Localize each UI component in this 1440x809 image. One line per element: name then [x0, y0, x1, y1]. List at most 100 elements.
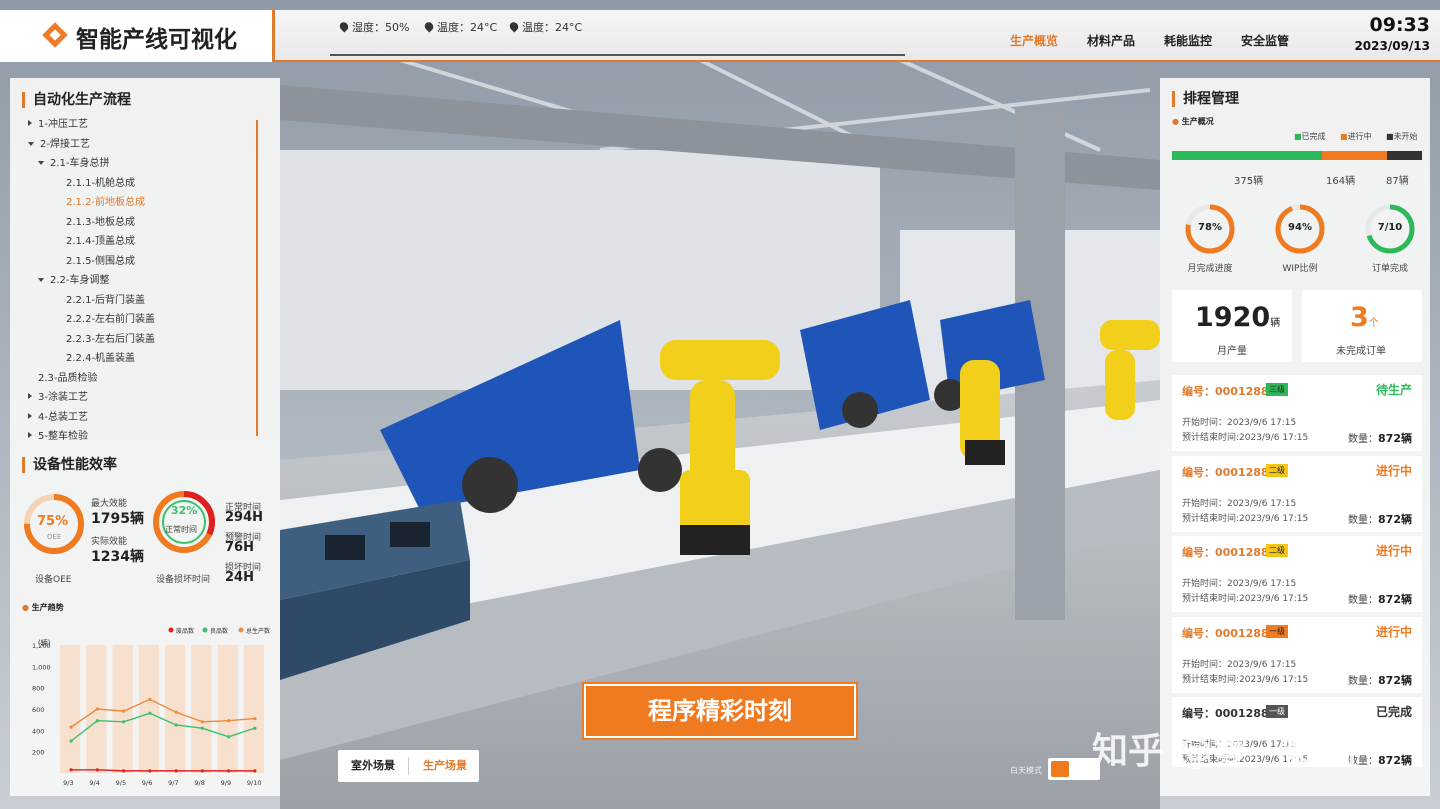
series-point: [200, 726, 204, 730]
y-tick-label: 200: [32, 749, 44, 757]
background-bar: [243, 645, 264, 773]
nav-tab-overview[interactable]: 生产概览: [1010, 32, 1058, 49]
tree-item[interactable]: 3-涂装工艺: [28, 388, 88, 403]
tree-item[interactable]: 2.2-车身调整: [38, 271, 110, 286]
tree-item[interactable]: 2.1.1-机舱总成: [66, 174, 135, 189]
order-quantity-value: 872辆: [1378, 512, 1412, 526]
order-status: 待生产: [1375, 383, 1412, 397]
tree-item[interactable]: 2.2.3-左右后门装盖: [66, 330, 155, 345]
order-quantity: 数量：872辆: [1348, 511, 1412, 527]
y-tick-label: 800: [32, 685, 44, 693]
order-quantity-label: 数量：: [1348, 434, 1379, 445]
tree-item[interactable]: 2.1.3-地板总成: [66, 213, 135, 228]
caret-right-icon[interactable]: [28, 432, 32, 438]
order-start-time: 开始时间：2023/9/6 17:15: [1182, 418, 1297, 428]
order-card[interactable]: 编号：0001288 一级 进行中 开始时间：2023/9/6 17:15 预计结束时间…: [1172, 616, 1422, 693]
order-level-badge: 三级: [1266, 383, 1288, 396]
droplet-icon: [337, 20, 351, 33]
caret-down-icon[interactable]: [38, 161, 44, 165]
todo-count: 87辆: [1386, 176, 1409, 187]
tree-item[interactable]: 2.2.4-机盖装盖: [66, 349, 135, 364]
equipment-section-title: 设备性能效率: [22, 457, 117, 473]
series-point: [148, 711, 152, 715]
ring-value: 94%: [1288, 222, 1312, 233]
ring-label: 订单完成: [1371, 264, 1408, 274]
tree-item[interactable]: 2.2.1-后背门装盖: [66, 291, 145, 306]
legend-label: 总生产数: [246, 627, 270, 635]
nav-tab-energy[interactable]: 耗能监控: [1164, 32, 1212, 49]
series-point: [122, 769, 126, 773]
legend-done-swatch: ■: [1294, 132, 1302, 141]
series-point: [200, 769, 204, 773]
order-quantity-label: 数量：: [1348, 595, 1379, 606]
legend-doing: ■进行中: [1340, 131, 1372, 142]
series-point: [69, 725, 73, 729]
legend-dot: [238, 627, 244, 633]
order-quantity-label: 数量：: [1348, 514, 1379, 526]
y-tick-label: 1,000: [32, 663, 51, 671]
tree-item[interactable]: 4-总装工艺: [28, 408, 88, 423]
ring-value: 7/10: [1377, 222, 1403, 233]
order-quantity-value: 872辆: [1378, 432, 1412, 445]
order-level-badge: 一级: [1266, 624, 1288, 638]
order-card[interactable]: 编号：0001288 二级 进行中 开始时间：2023/9/6 17:15 预计结束时间…: [1172, 455, 1422, 532]
x-tick-label: 9/10: [247, 779, 262, 787]
trend-chart: (辆)废品数 良品数 总生产数2004006008001,0001,2009/3 9/…: [32, 627, 270, 787]
legend-done: ■已完成: [1294, 131, 1326, 142]
temperature-readout-2: 温度：24°C: [507, 19, 583, 35]
nav-tab-materials[interactable]: 材料产品: [1087, 32, 1135, 49]
tree-item-label: 2-焊接工艺: [40, 138, 90, 150]
x-tick-label: 9/6: [142, 779, 152, 787]
day-mode-label: 白天模式: [1010, 766, 1042, 775]
tree-item[interactable]: 2.1.2-前地板总成: [66, 193, 145, 208]
trend-title-text: 生产趋势: [31, 603, 64, 612]
order-card[interactable]: 编号：0001288 二级 进行中 开始时间：2023/9/6 17:15 预计结束时间…: [1172, 536, 1422, 612]
tree-item[interactable]: 2.3-品质检验: [38, 369, 98, 384]
series-point: [253, 717, 257, 721]
caret-right-icon[interactable]: [28, 412, 32, 419]
logo-block: 智能产线可视化: [0, 10, 275, 62]
tree-item[interactable]: 2.1.5-侧围总成: [66, 252, 135, 267]
tree-item[interactable]: 2.1.4-顶盖总成: [66, 232, 135, 247]
monthly-output-unit: 辆: [1270, 318, 1281, 329]
background-bar: [217, 645, 238, 773]
order-card[interactable]: 编号：0001288 三级 待生产 开始时间：2023/9/6 17:15 预计结束时间…: [1172, 375, 1422, 451]
y-tick-label: 1,200: [32, 642, 51, 650]
x-tick-label: 9/4: [89, 779, 99, 787]
bullet-dot-icon: ●: [22, 603, 32, 612]
tree-item[interactable]: 5-整车检验: [28, 427, 88, 442]
legend-label: 废品数: [176, 627, 194, 635]
monthly-output-value: 1920辆: [1195, 302, 1280, 333]
nav-tab-safety[interactable]: 安全监管: [1241, 32, 1289, 49]
tree-scrollbar[interactable]: [256, 120, 258, 436]
order-end-time: 预计结束时间:2023/9/6 17:15: [1182, 674, 1309, 685]
order-status: 进行中: [1375, 544, 1412, 558]
loss-center-label: 正常时间: [165, 525, 197, 534]
series-point: [174, 723, 178, 727]
scene-button-outdoor[interactable]: 室外场景: [351, 752, 395, 780]
temperature-readout-1: 温度：24°C: [422, 19, 497, 35]
tree-item[interactable]: 2-焊接工艺: [28, 135, 90, 150]
temperature-text-2: 温度：24°C: [522, 21, 583, 34]
logo-diamond-icon: [42, 22, 68, 48]
series-point: [95, 719, 99, 723]
order-end-time: 预计结束时间:2023/9/6 17:15: [1182, 433, 1309, 443]
caret-down-icon[interactable]: [28, 141, 34, 146]
tree-item[interactable]: 1-冲压工艺: [28, 115, 88, 130]
oee-value: 75%: [37, 514, 69, 529]
order-start-time: 开始时间：2023/9/6 17:15: [1182, 498, 1297, 509]
tree-item[interactable]: 2.1-车身总拼: [38, 154, 110, 169]
actual-efficiency-value: 1234辆: [91, 549, 144, 565]
series-point: [227, 719, 231, 723]
order-quantity: 数量：872辆: [1348, 430, 1412, 446]
caret-down-icon[interactable]: [38, 278, 44, 282]
series-point: [200, 720, 204, 724]
caret-right-icon[interactable]: [28, 393, 32, 399]
toggle-knob: [1051, 761, 1069, 777]
caret-right-icon[interactable]: [28, 120, 32, 126]
doing-count: 164辆: [1326, 176, 1356, 187]
done-count: 375辆: [1234, 176, 1264, 187]
schedule-subtitle-text: 生产概况: [1181, 117, 1214, 126]
scene-button-production[interactable]: 生产场景: [423, 752, 467, 780]
tree-item[interactable]: 2.2.2-左右前门装盖: [66, 310, 155, 325]
